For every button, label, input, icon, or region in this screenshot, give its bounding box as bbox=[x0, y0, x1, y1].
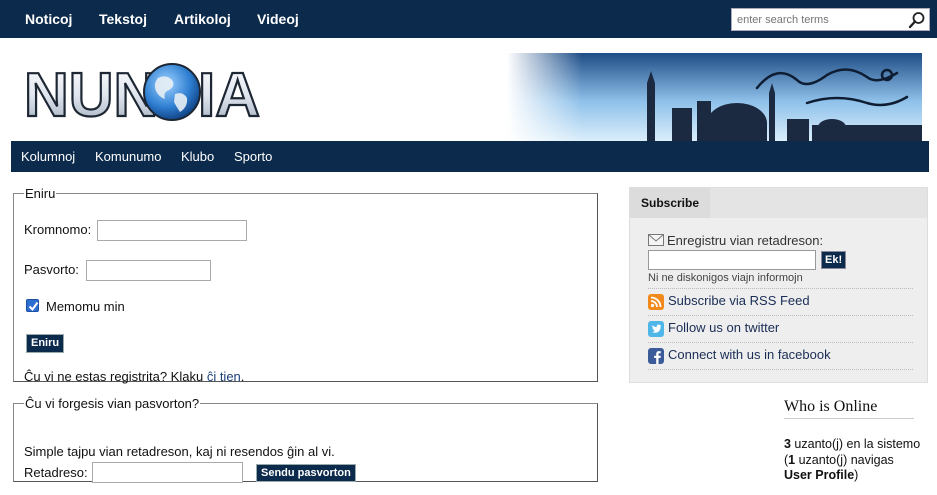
search-icon[interactable] bbox=[908, 11, 926, 29]
secnav-item-komunumo[interactable]: Komunumo bbox=[95, 141, 161, 172]
send-password-button[interactable]: Sendu pasvorton bbox=[256, 464, 356, 482]
page-suffix: ) bbox=[854, 468, 859, 482]
secnav-item-sporto[interactable]: Sporto bbox=[234, 141, 272, 172]
topnav-item-artikoloj[interactable]: Artikoloj bbox=[174, 0, 231, 38]
email-field[interactable] bbox=[92, 462, 243, 483]
who-online-text: 3 uzanto(j) en la sistemo (1 uzanto(j) n… bbox=[784, 437, 934, 484]
secnav-item-klubo[interactable]: Klubo bbox=[181, 141, 214, 172]
rss-link[interactable]: Subscribe via RSS Feed bbox=[668, 293, 810, 308]
subscribe-email-label: Enregistru vian retadreson: bbox=[667, 233, 824, 248]
register-link[interactable]: ĉi tien bbox=[207, 369, 241, 384]
rss-link-row[interactable]: Subscribe via RSS Feed bbox=[648, 289, 913, 316]
remember-checkbox[interactable] bbox=[26, 299, 39, 312]
username-label: Kromnomo: bbox=[24, 222, 92, 237]
subscribe-privacy-note: Ni ne diskonigos viajn informojn bbox=[648, 272, 803, 284]
search-input[interactable] bbox=[732, 9, 902, 30]
svg-text:IA: IA bbox=[198, 61, 260, 130]
users-text: uzanto(j) en la sistemo bbox=[790, 437, 921, 451]
secnav-item-kolumnoj[interactable]: Kolumnoj bbox=[21, 141, 75, 172]
topnav-item-noticoj[interactable]: Noticoj bbox=[25, 0, 72, 38]
section-nav: Kolumnoj Komunumo Klubo Sporto bbox=[11, 141, 929, 172]
forgot-instructions: Simple tajpu vian retadreson, kaj ni res… bbox=[24, 444, 335, 459]
page-name: User Profile bbox=[784, 468, 855, 482]
login-legend: Eniru bbox=[25, 186, 56, 201]
subscribe-tab-strip bbox=[710, 188, 928, 218]
facebook-link-row[interactable]: Connect with us in facebook bbox=[648, 343, 913, 370]
forgot-password-form: Ĉu vi forgesis vian pasvorton? Simple ta… bbox=[13, 396, 598, 483]
subscribe-email-field[interactable] bbox=[648, 250, 816, 270]
facebook-link[interactable]: Connect with us in facebook bbox=[668, 347, 831, 362]
register-text: Ĉu vi ne estas registrita? Klaku ĉi tien… bbox=[24, 369, 244, 384]
topnav-item-tekstoj[interactable]: Tekstoj bbox=[99, 0, 147, 38]
topnav-item-videoj[interactable]: Videoj bbox=[257, 0, 299, 38]
subscribe-tab[interactable]: Subscribe bbox=[630, 188, 710, 218]
rss-icon bbox=[648, 294, 664, 310]
site-logo[interactable]: NUN IA bbox=[22, 54, 294, 131]
who-online-page-line: User Profile) bbox=[784, 468, 934, 484]
envelope-icon bbox=[648, 234, 664, 246]
login-button[interactable]: Eniru bbox=[26, 334, 65, 353]
twitter-link-row[interactable]: Follow us on twitter bbox=[648, 316, 913, 343]
users-count: 3 bbox=[784, 437, 791, 451]
ramadan-banner bbox=[507, 53, 922, 143]
password-label: Pasvorto: bbox=[24, 262, 79, 277]
facebook-icon bbox=[648, 348, 664, 364]
who-online-divider bbox=[784, 418, 914, 419]
forgot-legend: Ĉu vi forgesis vian pasvorton? bbox=[25, 396, 200, 411]
search-box bbox=[731, 8, 930, 31]
password-field[interactable] bbox=[86, 260, 211, 281]
email-label: Retadreso: bbox=[24, 465, 88, 480]
login-form: Eniru Kromnomo: Pasvorto: Memomu min Eni… bbox=[13, 186, 598, 384]
twitter-link[interactable]: Follow us on twitter bbox=[668, 320, 779, 335]
browsing-text: uzanto(j) navigas bbox=[795, 452, 894, 467]
top-bar: Noticoj Tekstoj Artikoloj Videoj bbox=[0, 0, 937, 38]
twitter-icon bbox=[648, 321, 664, 337]
who-online-title: Who is Online bbox=[784, 398, 878, 415]
svg-text:NUN: NUN bbox=[24, 61, 158, 130]
who-online-browsing-line: (1 uzanto(j) navigas bbox=[784, 453, 934, 469]
subscribe-go-button[interactable]: Ek! bbox=[821, 251, 847, 269]
username-field[interactable] bbox=[97, 220, 247, 241]
who-online-users-line: 3 uzanto(j) en la sistemo bbox=[784, 437, 934, 453]
subscribe-box: Subscribe Enregistru vian retadreson: Ek… bbox=[629, 187, 928, 383]
register-suffix: . bbox=[240, 369, 245, 384]
remember-label: Memomu min bbox=[46, 299, 125, 314]
register-prefix: Ĉu vi ne estas registrita? Klaku bbox=[24, 369, 207, 384]
